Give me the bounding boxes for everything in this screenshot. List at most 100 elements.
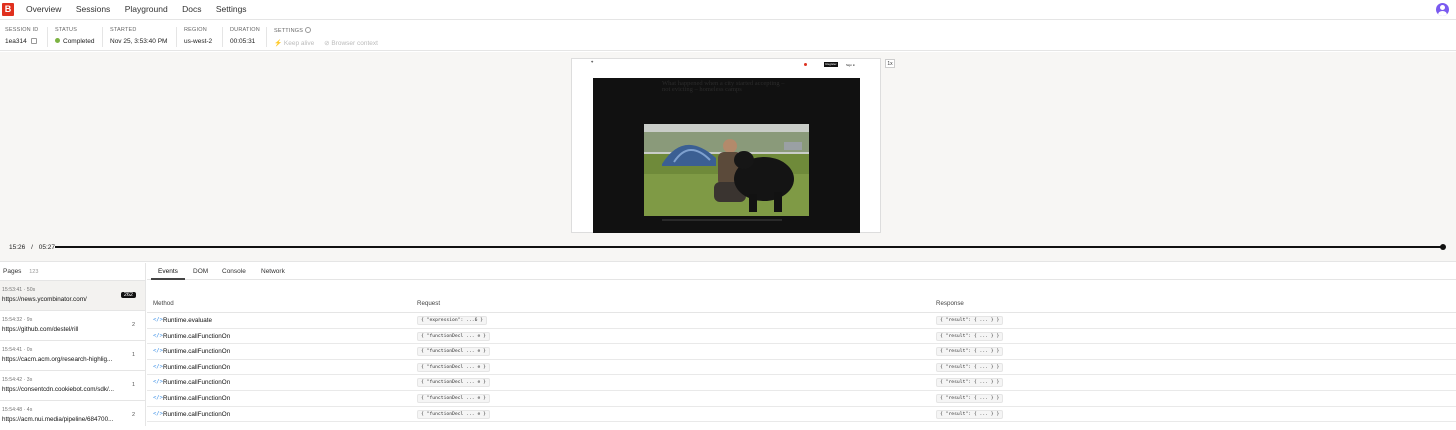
nav-playground[interactable]: Playground — [125, 4, 168, 14]
table-row[interactable]: </> Runtime.callFunctionOn { "functionDecl… — [147, 375, 1456, 391]
table-row[interactable]: </> Runtime.callFunctionOn { "functionDecl… — [147, 391, 1456, 407]
tab-dom[interactable]: DOM — [193, 268, 208, 275]
playback-time: 15:26 / 05:27 — [9, 244, 55, 251]
event-method: Runtime.callFunctionOn — [163, 332, 231, 340]
nav-overview[interactable]: Overview — [26, 4, 61, 14]
session-id-value: 1ea314 — [5, 38, 27, 45]
started-value: Nov 25, 3:53:40 PM — [110, 38, 168, 45]
table-row[interactable]: </> Runtime.callFunctionOn { "functionDecl… — [147, 407, 1456, 423]
duration-value: 00:05:31 — [230, 38, 256, 45]
divider — [102, 27, 103, 47]
event-method: Runtime.callFunctionOn — [163, 379, 231, 387]
top-nav: B Overview Sessions Playground Docs Sett… — [0, 0, 1456, 20]
session-info-bar: SESSION ID 1ea314 STATUS Completed START… — [0, 21, 1456, 51]
table-row[interactable]: </> Runtime.callFunctionOn { "functionDecl… — [147, 360, 1456, 376]
column-request: Request — [417, 300, 441, 307]
page-list-item[interactable]: 15:54:41 · 0s https://cacm.acm.org/resea… — [0, 340, 145, 370]
events-table-body: </> Runtime.evaluate{ "expression": ...6 … — [147, 313, 1456, 423]
table-row[interactable]: </> Runtime.callFunctionOn { "functionDecl… — [147, 329, 1456, 345]
divider — [176, 27, 177, 47]
nav-links: Overview Sessions Playground Docs Settin… — [26, 4, 259, 14]
replay-site-logo — [804, 63, 808, 67]
zoom-level-button[interactable]: 1x — [885, 59, 895, 68]
divider — [47, 27, 48, 47]
event-response[interactable]: { "result": { ... } } — [936, 393, 1004, 403]
event-response[interactable]: { "result": { ... } } — [936, 409, 1004, 419]
playback-scrubber-handle[interactable] — [1440, 244, 1446, 250]
page-list-item[interactable]: 15:54:42 · 3s https://consentcdn.cookieb… — [0, 370, 145, 400]
code-icon: </> — [153, 379, 163, 386]
replay-page-header: ⌖ Register Sign in — [572, 59, 882, 79]
event-request[interactable]: { "functionDecl ... e } — [417, 331, 490, 341]
page-url: https://cacm.acm.org/research-highlig... — [2, 356, 113, 363]
page-list-item[interactable]: 15:53:41 · 50s https://news.ycombinator.… — [0, 280, 145, 310]
status-block: STATUS Completed — [55, 27, 94, 45]
nav-settings[interactable]: Settings — [216, 4, 247, 14]
code-icon: </> — [153, 410, 163, 417]
page-meta: 15:54:42 · 3s — [2, 377, 33, 383]
tab-events[interactable]: Events — [158, 268, 178, 275]
column-response: Response — [936, 300, 964, 307]
events-panel: Events DOM Console Network Method Reques… — [147, 263, 1456, 426]
session-replay-viewer: ⌖ Register Sign in What happened when a … — [0, 52, 1456, 262]
region-label: REGION — [184, 27, 207, 33]
event-request[interactable]: { "functionDecl ... e } — [417, 362, 490, 372]
duration-block: DURATION 00:05:31 — [230, 27, 260, 45]
started-block: STARTED Nov 25, 3:53:40 PM — [110, 27, 167, 45]
event-response[interactable]: { "result": { ... } } — [936, 378, 1004, 388]
status-label: STATUS — [55, 27, 78, 33]
page-meta: 15:54:48 · 4s — [2, 407, 33, 413]
page-event-count: 1 — [131, 352, 135, 358]
page-meta: 15:54:32 · 9s — [2, 317, 33, 323]
page-event-count: 262 — [120, 292, 136, 298]
event-method: Runtime.callFunctionOn — [163, 394, 231, 402]
replay-photo-caption — [662, 219, 782, 221]
event-response[interactable]: { "result": { ... } } — [936, 362, 1004, 372]
event-request[interactable]: { "functionDecl ... e } — [417, 378, 490, 388]
replay-signin-link: Sign in — [846, 63, 856, 67]
column-method: Method — [153, 300, 174, 307]
event-method: Runtime.callFunctionOn — [163, 348, 231, 356]
playback-scrubber-track[interactable] — [55, 246, 1445, 248]
event-response[interactable]: { "result": { ... } } — [936, 331, 1004, 341]
tab-network[interactable]: Network — [261, 268, 285, 275]
page-event-count: 2 — [131, 412, 135, 418]
status-value: Completed — [63, 38, 95, 45]
event-request[interactable]: { "functionDecl ... e } — [417, 409, 490, 419]
event-response[interactable]: { "result": { ... } } — [936, 316, 1004, 325]
table-row[interactable]: </> Runtime.evaluate { "expression": ...6 … — [147, 313, 1456, 329]
copy-icon[interactable] — [30, 38, 37, 44]
event-request[interactable]: { "functionDecl ... e } — [417, 347, 490, 357]
info-icon[interactable] — [304, 27, 311, 33]
replay-frame[interactable]: ⌖ Register Sign in What happened when a … — [571, 58, 881, 233]
page-url: https://consentcdn.cookiebot.com/sdk/... — [2, 386, 115, 393]
page-url: https://github.com/destel/rill — [2, 326, 79, 333]
events-column-header: Method Request Response — [147, 280, 1456, 313]
replay-headline: What happened when a city started accept… — [662, 80, 785, 94]
duration-label: DURATION — [230, 27, 260, 33]
code-icon: </> — [153, 394, 163, 401]
nav-docs[interactable]: Docs — [182, 4, 201, 14]
keep-alive-setting: ⚡ Keep alive — [274, 40, 315, 47]
table-row[interactable]: </> Runtime.callFunctionOn { "functionDecl… — [147, 344, 1456, 360]
divider — [266, 27, 267, 47]
replay-cursor-icon: ⌖ — [591, 59, 594, 64]
event-method: Runtime.callFunctionOn — [163, 363, 231, 371]
brand-logo[interactable]: B — [2, 3, 14, 16]
event-request[interactable]: { "expression": ...6 } — [417, 316, 488, 325]
code-icon: </> — [153, 348, 163, 355]
code-icon: </> — [153, 363, 163, 370]
time-total: 05:27 — [38, 244, 55, 251]
event-request[interactable]: { "functionDecl ... e } — [417, 393, 490, 403]
pages-panel: Pages 123 15:53:41 · 50s https://news.yc… — [0, 263, 146, 426]
started-label: STARTED — [110, 27, 137, 33]
nav-sessions[interactable]: Sessions — [76, 4, 111, 14]
tab-console[interactable]: Console — [222, 268, 246, 275]
time-separator: / — [31, 244, 33, 251]
page-list-item[interactable]: 15:54:32 · 9s https://github.com/destel/… — [0, 310, 145, 340]
user-avatar[interactable] — [1436, 3, 1449, 16]
devtools-tabs: Events DOM Console Network — [147, 263, 1456, 280]
code-icon: </> — [153, 332, 163, 339]
event-response[interactable]: { "result": { ... } } — [936, 347, 1004, 357]
event-method: Runtime.callFunctionOn — [163, 410, 231, 418]
